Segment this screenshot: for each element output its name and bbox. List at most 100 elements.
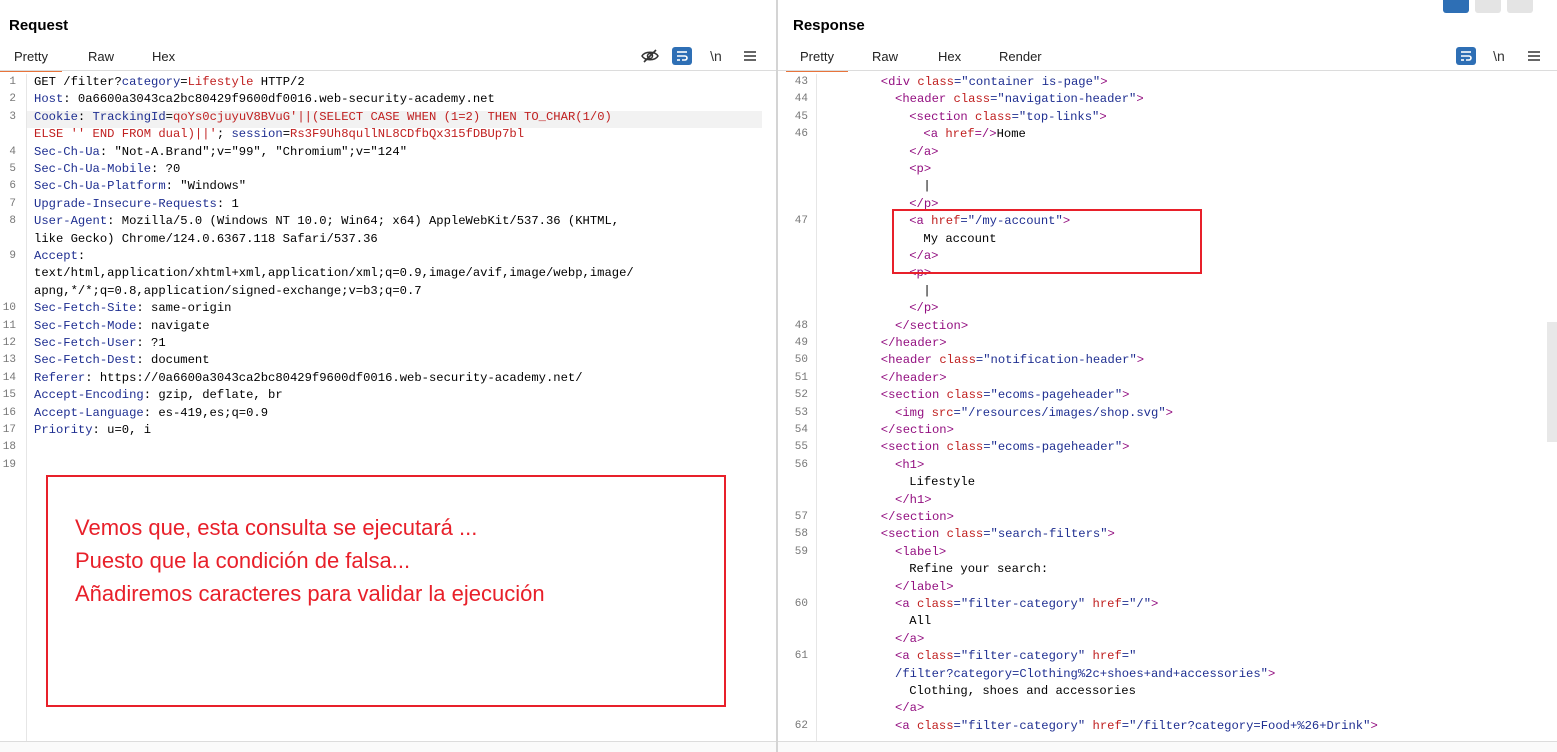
line-number bbox=[778, 178, 808, 195]
code-token: : document bbox=[136, 353, 210, 368]
code-token: </section> bbox=[895, 318, 969, 333]
code-token: ="/resources/images/shop.svg" bbox=[953, 405, 1166, 420]
line-number: 59 bbox=[794, 545, 808, 558]
code-token: </header> bbox=[880, 336, 947, 350]
code-token: : https://0a6600a3043ca2bc80429f9600df00… bbox=[85, 370, 583, 385]
code-token: : "Not-A.Brand";v="99", "Chromium";v="12… bbox=[99, 144, 408, 159]
code-token: class bbox=[946, 527, 984, 542]
response-scrollbar[interactable] bbox=[1547, 322, 1557, 442]
line-number: 9 bbox=[9, 250, 16, 262]
annotation-line: Vemos que, esta consulta se ejecutará ..… bbox=[75, 515, 478, 540]
code-token: ="filter-category" bbox=[953, 597, 1093, 611]
response-search-bar[interactable] bbox=[778, 741, 1557, 752]
request-title: Request bbox=[9, 17, 69, 34]
newline-icon[interactable]: \n bbox=[706, 45, 726, 67]
code-token: </a> bbox=[895, 701, 925, 716]
tab-render[interactable]: Render bbox=[999, 44, 1042, 70]
line-number bbox=[778, 231, 808, 248]
code-line: Lifestyle bbox=[909, 474, 975, 491]
menu-icon[interactable] bbox=[740, 45, 760, 67]
layout-split-icon[interactable] bbox=[1443, 0, 1469, 13]
code-token: class bbox=[917, 75, 954, 89]
code-token: ="navigation-header" bbox=[990, 92, 1137, 107]
code-token: href bbox=[945, 127, 975, 142]
code-token: category bbox=[121, 75, 181, 89]
code-token: Host bbox=[34, 92, 64, 107]
code-line: </a> bbox=[909, 144, 938, 161]
code-token: class bbox=[916, 718, 954, 733]
code-token: </header> bbox=[880, 370, 947, 385]
code-line: </a> bbox=[895, 700, 924, 717]
code-token: ="top-links" bbox=[1011, 109, 1100, 124]
line-number: 12 bbox=[2, 337, 16, 349]
code-line: <a class="filter-category" href="/"> bbox=[895, 596, 1158, 613]
code-token: : bbox=[77, 109, 93, 124]
line-number: 44 bbox=[794, 93, 808, 106]
layout-tabs-icon[interactable] bbox=[1507, 0, 1533, 13]
code-token: class bbox=[916, 649, 954, 664]
code-token: ="/filter?category=Food+%26+Drink" bbox=[1121, 718, 1371, 733]
line-number: 16 bbox=[2, 406, 16, 419]
code-token: </a> bbox=[909, 144, 939, 159]
request-search-bar[interactable] bbox=[0, 741, 776, 752]
code-token: HTTP/2 bbox=[253, 75, 305, 89]
code-token: > bbox=[1107, 527, 1115, 542]
code-token: Accept bbox=[34, 249, 78, 263]
code-token: ; bbox=[216, 127, 232, 142]
wrap-icon[interactable] bbox=[1456, 47, 1476, 65]
line-number: 14 bbox=[2, 371, 16, 384]
line-number bbox=[778, 144, 808, 161]
code-line: </header> bbox=[881, 335, 947, 352]
code-token: : "Windows" bbox=[165, 179, 247, 194]
code-token: <h1> bbox=[895, 457, 925, 472]
code-token: > bbox=[1370, 718, 1378, 733]
code-token: | bbox=[923, 283, 931, 298]
line-number: 19 bbox=[2, 458, 16, 471]
code-line: Accept-Language: es-419,es;q=0.9 bbox=[34, 405, 268, 422]
code-token: TrackingId bbox=[92, 109, 166, 124]
line-number: 54 bbox=[794, 424, 808, 436]
code-line: <a class="filter-category" href=" bbox=[895, 648, 1136, 665]
tab-pretty[interactable]: Pretty bbox=[786, 44, 848, 72]
response-title: Response bbox=[793, 17, 865, 34]
code-token: User-Agent bbox=[34, 214, 108, 229]
code-token: <p> bbox=[909, 162, 932, 176]
line-number: 52 bbox=[794, 389, 808, 402]
request-pane: Request Pretty Raw Hex \n 1 GET /filter?c… bbox=[0, 0, 776, 752]
code-token: <section bbox=[909, 109, 976, 124]
code-token: ="notification-header" bbox=[975, 353, 1137, 368]
code-token: ="ecoms-pageheader" bbox=[983, 388, 1123, 403]
tab-hex[interactable]: Hex bbox=[938, 44, 961, 70]
tab-pretty[interactable]: Pretty bbox=[0, 44, 62, 72]
eye-slash-icon[interactable] bbox=[640, 45, 660, 67]
code-token: </p> bbox=[909, 301, 939, 316]
code-token: <img bbox=[895, 405, 932, 420]
line-number: 48 bbox=[794, 319, 808, 332]
response-pane: Response Pretty Raw Hex Render \n 43 <div… bbox=[778, 0, 1557, 752]
code-token: : es-419,es;q=0.9 bbox=[143, 405, 269, 420]
line-number bbox=[778, 248, 808, 265]
code-token: ="container is-page" bbox=[953, 75, 1101, 89]
code-token: href bbox=[1092, 718, 1122, 733]
tab-hex[interactable]: Hex bbox=[152, 44, 175, 70]
line-number: 10 bbox=[2, 302, 16, 315]
wrap-icon[interactable] bbox=[672, 47, 692, 65]
code-line: Clothing, shoes and accessories bbox=[909, 683, 1136, 700]
newline-icon[interactable]: \n bbox=[1489, 45, 1509, 67]
code-token: <a bbox=[895, 718, 917, 733]
code-line: Accept-Encoding: gzip, deflate, br bbox=[34, 387, 283, 404]
code-token: Accept-Language bbox=[34, 405, 144, 420]
code-token: | bbox=[923, 179, 931, 194]
line-number bbox=[778, 700, 808, 717]
code-line: Sec-Fetch-User: ?1 bbox=[34, 335, 166, 352]
line-number: 7 bbox=[9, 197, 16, 210]
layout-horizontal-icon[interactable] bbox=[1475, 0, 1501, 13]
code-token: Refine your search: bbox=[909, 562, 1049, 577]
code-token: </label> bbox=[895, 579, 954, 594]
tab-raw[interactable]: Raw bbox=[872, 44, 898, 70]
menu-icon[interactable] bbox=[1524, 45, 1544, 67]
line-number bbox=[0, 283, 16, 300]
code-token: GET /filter? bbox=[34, 75, 122, 89]
tab-raw[interactable]: Raw bbox=[88, 44, 114, 70]
code-line: Sec-Fetch-Site: same-origin bbox=[34, 300, 231, 317]
